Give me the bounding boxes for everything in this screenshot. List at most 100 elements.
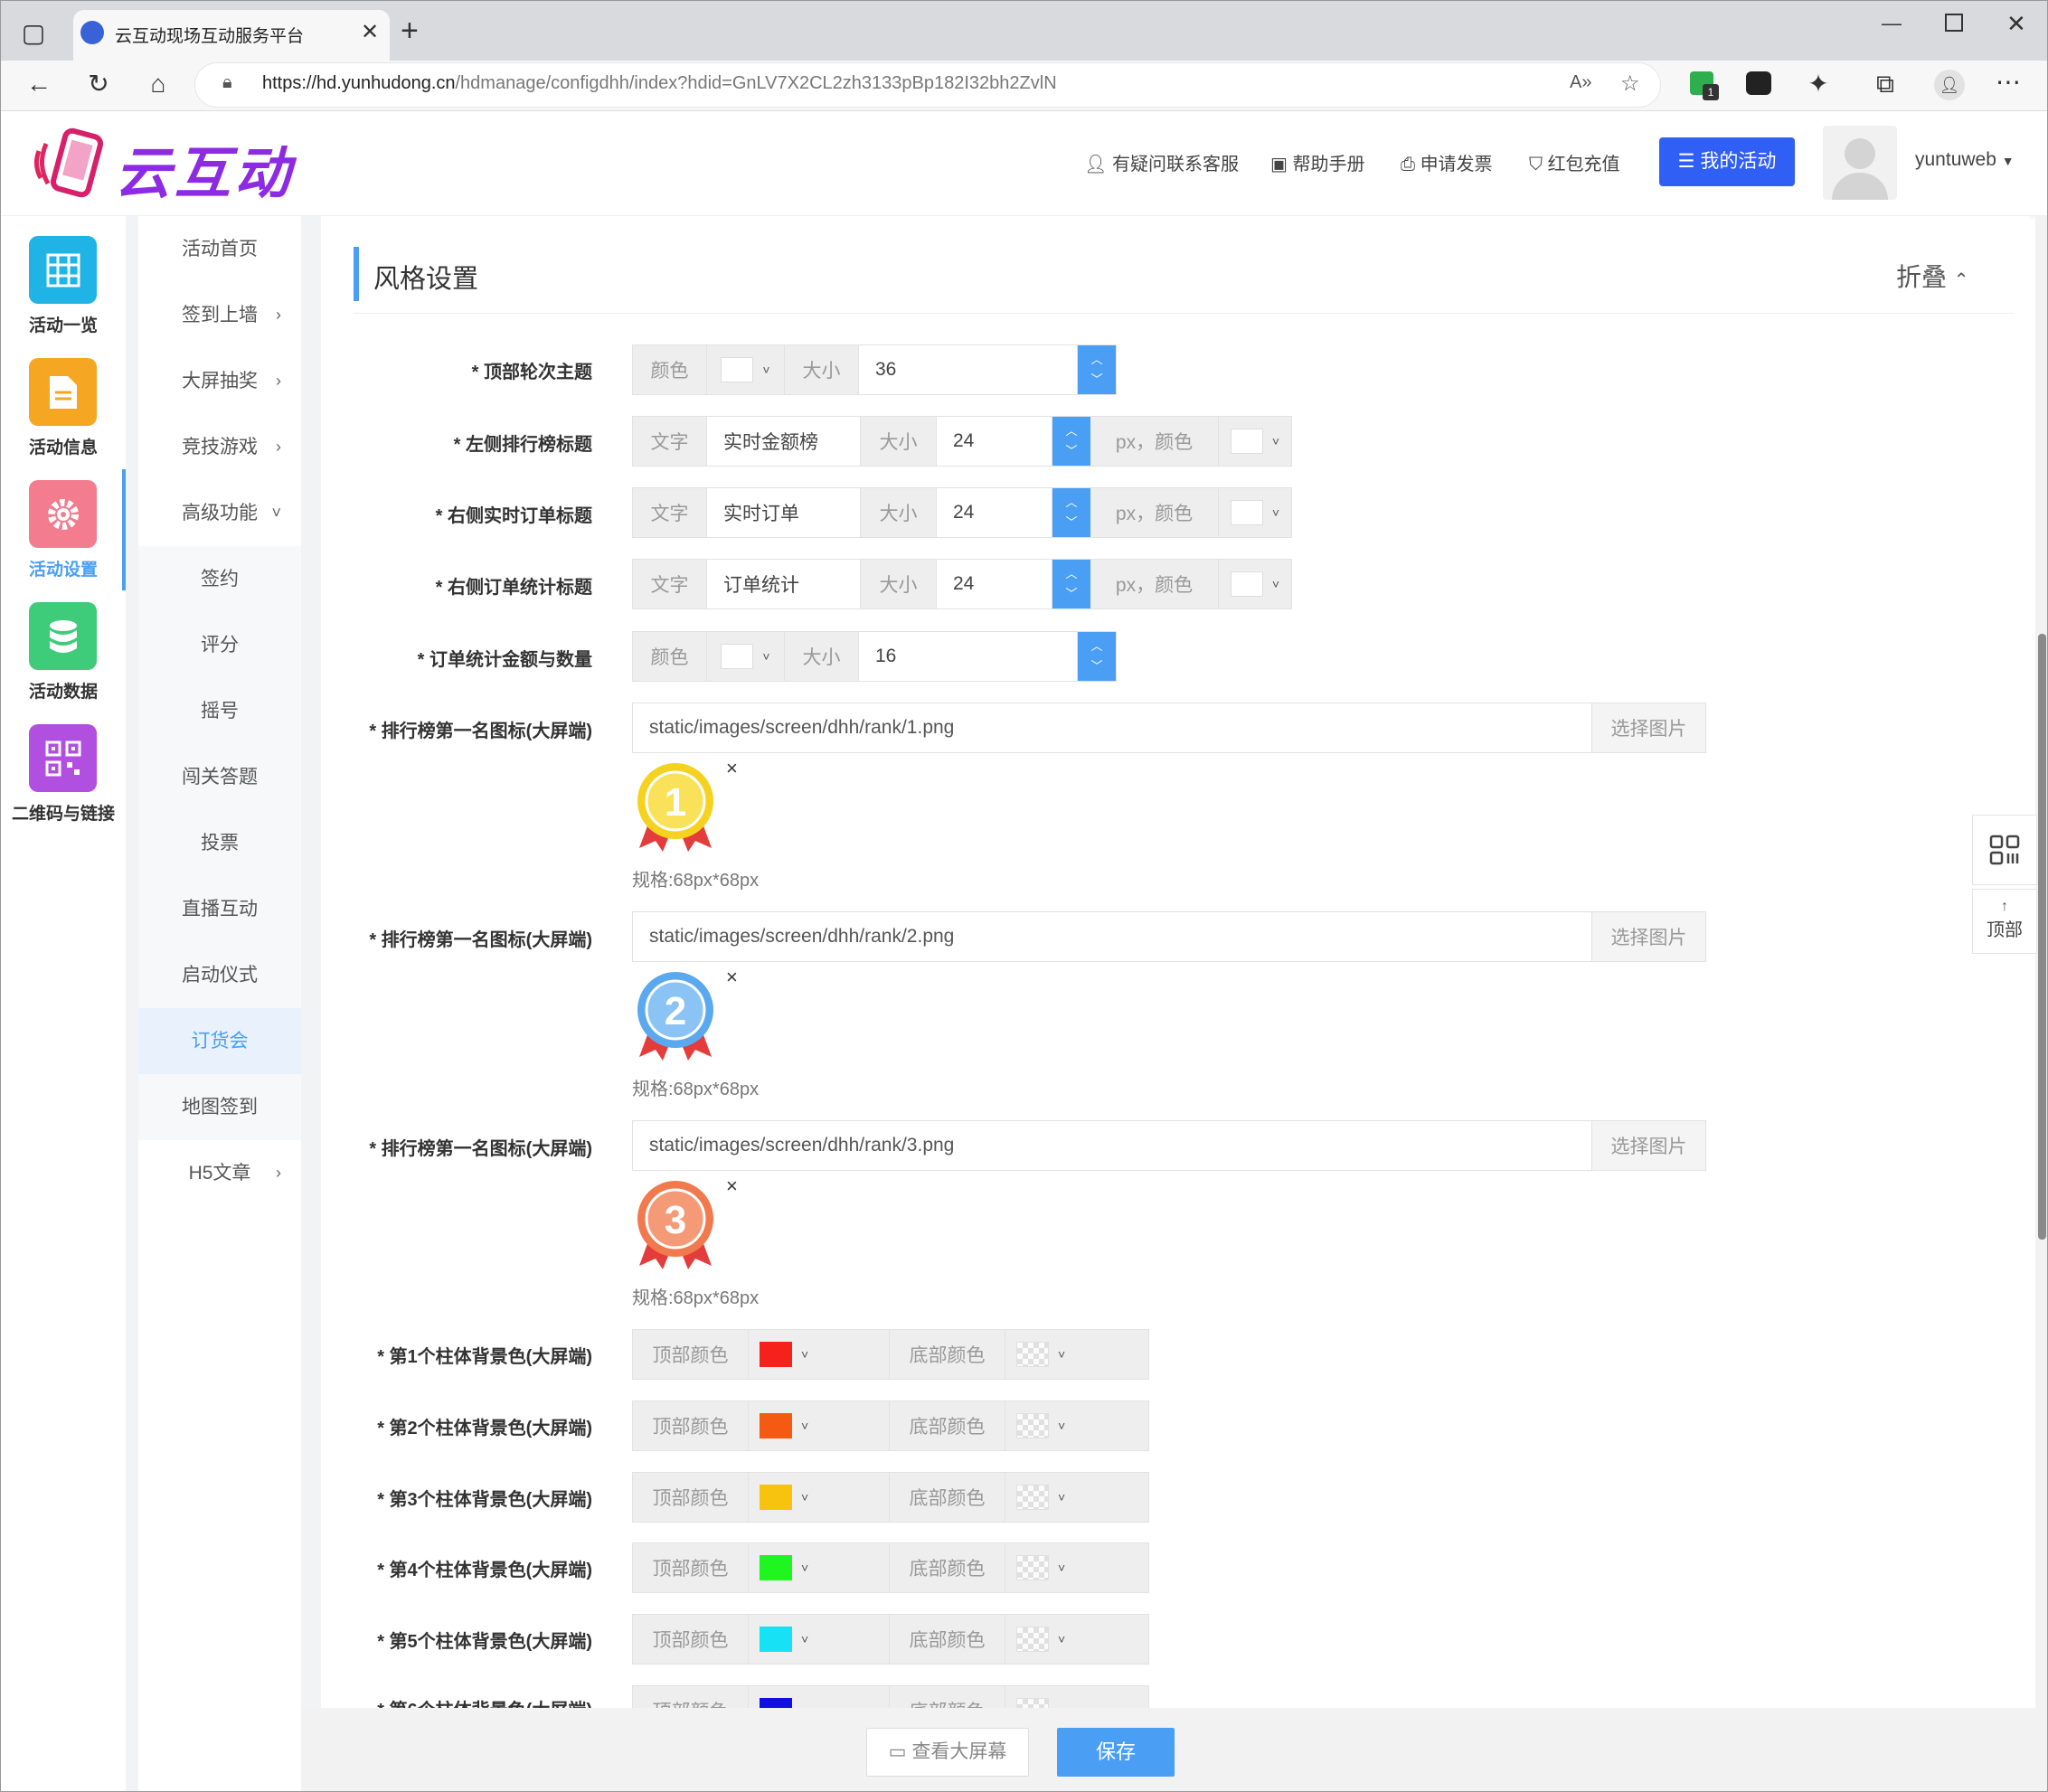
nav-item-contract[interactable]: 签约: [138, 546, 301, 612]
scrollbar-thumb[interactable]: [2038, 634, 2046, 1240]
bottom-color-picker[interactable]: ˅: [1005, 1543, 1148, 1592]
reload-icon[interactable]: ↻: [80, 66, 117, 102]
save-button[interactable]: 保存: [1057, 1728, 1175, 1777]
color-picker[interactable]: ˅: [1219, 417, 1291, 466]
bottom-color-picker[interactable]: ˅: [1005, 1330, 1148, 1379]
bottom-color-picker[interactable]: ˅: [1005, 1686, 1148, 1708]
pick-image-button[interactable]: 选择图片: [1591, 703, 1706, 753]
pick-image-button[interactable]: 选择图片: [1591, 911, 1706, 962]
nav-item-games[interactable]: 竞技游戏 ›: [138, 414, 301, 480]
step-up-icon[interactable]: ︿: [1090, 350, 1102, 370]
collapse-toggle[interactable]: 折叠 ⌃: [1896, 258, 1969, 294]
step-down-icon[interactable]: ﹀: [1065, 441, 1077, 461]
step-down-icon[interactable]: ﹀: [1090, 370, 1102, 390]
close-window-icon[interactable]: ✕: [2006, 10, 2026, 38]
remove-image-icon[interactable]: ×: [726, 966, 738, 989]
close-tab-icon[interactable]: ✕: [361, 19, 379, 45]
extension-icon[interactable]: [1746, 71, 1771, 95]
minimize-icon[interactable]: —: [1882, 12, 1902, 35]
shield-extension-icon[interactable]: 1: [1690, 71, 1719, 100]
maximize-icon[interactable]: [1945, 14, 1963, 32]
profile-icon[interactable]: 👤︎: [1934, 70, 1965, 100]
size-input[interactable]: 16: [859, 632, 1078, 681]
sidebar-toggle-icon[interactable]: ▢: [15, 15, 52, 52]
nav-item-h5-article[interactable]: H5文章 ›: [138, 1140, 301, 1206]
size-stepper[interactable]: ︿ ﹀: [1052, 560, 1090, 608]
nav-item-draw-number[interactable]: 摇号: [138, 678, 301, 744]
step-down-icon[interactable]: ﹀: [1090, 656, 1102, 676]
size-stepper[interactable]: ︿ ﹀: [1052, 417, 1090, 466]
username-menu[interactable]: yuntuweb ▼: [1915, 149, 2015, 171]
step-up-icon[interactable]: ︿: [1090, 637, 1102, 656]
top-color-picker[interactable]: ˅: [749, 1473, 890, 1522]
nav-item-signin-wall[interactable]: 签到上墙 ›: [138, 282, 301, 348]
bottom-color-picker[interactable]: ˅: [1005, 1615, 1148, 1664]
step-down-icon[interactable]: ﹀: [1065, 513, 1077, 533]
color-picker[interactable]: ˅: [1219, 488, 1291, 537]
top-color-picker[interactable]: ˅: [749, 1615, 890, 1664]
contact-service-link[interactable]: 👤︎ 有疑问联系客服: [1084, 151, 1239, 178]
title-text-input[interactable]: 订单统计: [707, 560, 861, 608]
size-input[interactable]: 24: [937, 488, 1052, 537]
size-input[interactable]: 24: [937, 560, 1052, 608]
step-up-icon[interactable]: ︿: [1065, 421, 1077, 441]
nav-item-quiz[interactable]: 闯关答题: [138, 744, 301, 810]
more-icon[interactable]: ⋯: [1990, 64, 2026, 100]
top-color-picker[interactable]: ˅: [749, 1330, 890, 1379]
nav-item-rating[interactable]: 评分: [138, 612, 301, 678]
nav-item-order-meeting[interactable]: 订货会: [138, 1008, 301, 1074]
sidebar-item-activity-data[interactable]: 活动数据: [1, 591, 126, 712]
rank-icon-1-path-input[interactable]: static/images/screen/dhh/rank/1.png: [632, 703, 1592, 753]
top-color-picker[interactable]: ˅: [749, 1401, 890, 1450]
home-icon[interactable]: ⌂: [140, 66, 176, 102]
rank-icon-3-path-input[interactable]: static/images/screen/dhh/rank/3.png: [632, 1120, 1592, 1171]
recharge-link[interactable]: ⛉ 红包充值: [1529, 151, 1620, 178]
sidebar-item-qrcode[interactable]: 二维码与链接: [1, 713, 126, 835]
help-manual-link[interactable]: ▣ 帮助手册: [1270, 151, 1364, 178]
bottom-color-picker[interactable]: ˅: [1005, 1473, 1148, 1522]
nav-item-activity-home[interactable]: 活动首页: [138, 216, 301, 282]
rank-icon-2-path-input[interactable]: static/images/screen/dhh/rank/2.png: [632, 911, 1592, 962]
avatar[interactable]: [1823, 126, 1897, 200]
read-aloud-icon[interactable]: A»: [1570, 72, 1591, 93]
favorite-icon[interactable]: ☆: [1620, 71, 1640, 97]
back-icon[interactable]: ←: [21, 66, 57, 102]
back-to-top-button[interactable]: ↑ 顶部: [1972, 889, 2037, 954]
top-color-picker[interactable]: ˅: [749, 1543, 890, 1592]
color-picker[interactable]: ˅: [1219, 560, 1291, 608]
invoice-link[interactable]: ⎙ 申请发票: [1401, 151, 1493, 178]
nav-item-live[interactable]: 直播互动: [138, 876, 301, 942]
nav-item-vote[interactable]: 投票: [138, 810, 301, 876]
qrcode-float-button[interactable]: [1972, 815, 2037, 885]
step-down-icon[interactable]: ﹀: [1065, 584, 1077, 604]
step-up-icon[interactable]: ︿: [1065, 493, 1077, 513]
pick-image-button[interactable]: 选择图片: [1591, 1120, 1706, 1171]
my-activity-button[interactable]: ☰ 我的活动: [1659, 137, 1795, 186]
size-stepper[interactable]: ︿ ﹀: [1078, 345, 1116, 394]
size-stepper[interactable]: ︿ ﹀: [1052, 488, 1090, 537]
nav-item-lottery[interactable]: 大屏抽奖 ›: [138, 348, 301, 414]
view-screen-button[interactable]: ▭ 查看大屏幕: [866, 1728, 1029, 1777]
size-input[interactable]: 24: [937, 417, 1052, 466]
title-text-input[interactable]: 实时金额榜: [707, 417, 861, 466]
nav-item-map-signin[interactable]: 地图签到: [138, 1074, 301, 1140]
browser-tab[interactable]: 云互动现场互动服务平台 ✕: [73, 10, 390, 61]
remove-image-icon[interactable]: ×: [726, 757, 738, 780]
color-picker[interactable]: ˅: [707, 632, 785, 681]
size-input[interactable]: 36: [859, 345, 1078, 394]
sidebar-item-activity-settings[interactable]: 活动设置: [1, 469, 126, 590]
url-bar[interactable]: 🔒︎ https://hd.yunhudong.cn/hdmanage/conf…: [194, 62, 1661, 108]
new-tab-icon[interactable]: +: [401, 14, 419, 49]
sidebar-item-activity-list[interactable]: 活动一览: [1, 225, 126, 346]
collections-icon[interactable]: ⧉: [1867, 66, 1903, 102]
nav-item-advanced[interactable]: 高级功能 ˅: [138, 480, 301, 546]
bottom-color-picker[interactable]: ˅: [1005, 1401, 1148, 1450]
title-text-input[interactable]: 实时订单: [707, 488, 861, 537]
remove-image-icon[interactable]: ×: [726, 1174, 738, 1198]
step-up-icon[interactable]: ︿: [1065, 564, 1077, 584]
color-picker[interactable]: ˅: [707, 345, 785, 394]
size-stepper[interactable]: ︿ ﹀: [1078, 632, 1116, 681]
top-color-picker[interactable]: ˅: [749, 1686, 890, 1708]
sidebar-item-activity-info[interactable]: 活动信息: [1, 347, 126, 468]
nav-item-launch[interactable]: 启动仪式: [138, 942, 301, 1008]
